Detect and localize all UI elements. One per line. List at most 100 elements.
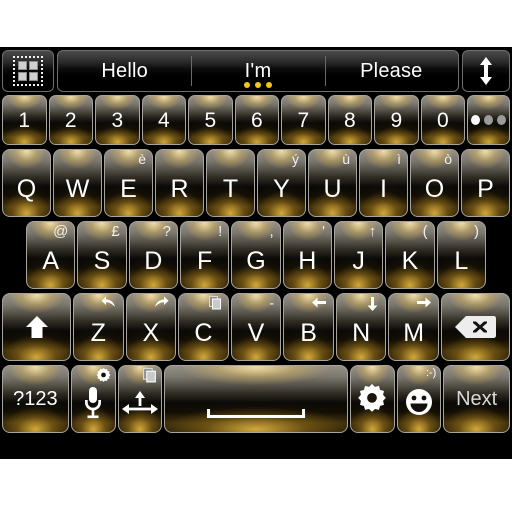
key-q[interactable]: Q bbox=[2, 149, 51, 217]
smiley-icon bbox=[404, 384, 434, 415]
key-label: H bbox=[298, 246, 317, 275]
key-label: J bbox=[352, 246, 365, 275]
key-o[interactable]: ò O bbox=[410, 149, 459, 217]
key-k[interactable]: ( K bbox=[385, 221, 435, 289]
key-i[interactable]: ì I bbox=[359, 149, 408, 217]
suggestion-item[interactable]: Please bbox=[324, 51, 458, 91]
key-label: P bbox=[477, 174, 494, 203]
key-label: 0 bbox=[437, 108, 449, 132]
key-a[interactable]: @ A bbox=[26, 221, 76, 289]
key-c[interactable]: C bbox=[178, 293, 229, 361]
key-j[interactable]: ↑ J bbox=[333, 221, 384, 289]
key-b[interactable]: B bbox=[283, 293, 334, 361]
key-label: O bbox=[424, 174, 445, 203]
key-6[interactable]: 6 bbox=[234, 95, 280, 145]
key-w[interactable]: W bbox=[53, 149, 102, 217]
keyboard-menu-button[interactable] bbox=[2, 50, 54, 92]
key-8[interactable]: 8 bbox=[327, 95, 373, 145]
key-label: 9 bbox=[390, 108, 403, 132]
suggestion-item[interactable]: Hello bbox=[58, 51, 191, 91]
key-emoji[interactable]: :-) bbox=[396, 365, 442, 433]
keyboard-resize-button[interactable] bbox=[462, 50, 510, 92]
key-navigation[interactable] bbox=[117, 365, 163, 433]
key-alt-label: ? bbox=[162, 223, 171, 240]
key-label: 7 bbox=[297, 108, 310, 132]
key-m[interactable]: M bbox=[388, 293, 439, 361]
key-alt-label: ↑ bbox=[368, 223, 377, 240]
key-9[interactable]: 9 bbox=[374, 95, 419, 145]
key-label: N bbox=[352, 318, 371, 347]
key-alt-label: ' bbox=[322, 223, 325, 240]
key-h[interactable]: ' H bbox=[282, 221, 332, 289]
key-d[interactable]: ? D bbox=[128, 221, 178, 289]
key-x[interactable]: X bbox=[125, 293, 177, 361]
key-alt-label: è bbox=[138, 151, 146, 167]
key-0[interactable]: 0 bbox=[420, 95, 466, 145]
key-2[interactable]: 2 bbox=[48, 95, 94, 145]
suggestion-dots-indicator bbox=[243, 82, 272, 88]
key-alt-label: ù bbox=[342, 151, 350, 167]
key-label: B bbox=[300, 318, 317, 347]
microphone-icon bbox=[81, 382, 105, 419]
home-row: @ A £ S ? D ! F , G ' H ↑ J (K) L bbox=[0, 221, 512, 289]
suggestion-label: I'm bbox=[244, 59, 272, 82]
key-enter-next[interactable]: Next bbox=[443, 365, 510, 433]
key-label: D bbox=[144, 246, 163, 275]
key-label: F bbox=[197, 246, 213, 275]
screen: Hello I'm Please 1 2 3 4 5 6 7 8 9 0 Q W… bbox=[0, 0, 512, 512]
key-p[interactable]: P bbox=[461, 149, 510, 217]
key-voice-input[interactable] bbox=[70, 365, 116, 433]
key-alt-label: ) bbox=[473, 223, 479, 240]
key-f[interactable]: ! F bbox=[179, 221, 230, 289]
arrow-right-icon bbox=[416, 296, 432, 309]
key-settings[interactable] bbox=[349, 365, 395, 433]
key-z[interactable]: Z bbox=[73, 293, 124, 361]
key-label: X bbox=[142, 318, 160, 347]
qwerty-row: Q W è E R T ý Y ù U ì I ò O P bbox=[0, 149, 512, 217]
key-g[interactable]: , G bbox=[231, 221, 281, 289]
backspace-icon bbox=[454, 314, 497, 340]
key-s[interactable]: £ S bbox=[77, 221, 127, 289]
key-1[interactable]: 1 bbox=[2, 95, 47, 145]
key-7[interactable]: 7 bbox=[281, 95, 326, 145]
bottom-letter-row: Z X C - V B N M bbox=[0, 293, 512, 361]
undo-arrow-icon bbox=[101, 296, 117, 309]
key-symbols[interactable]: ?123 bbox=[2, 365, 69, 433]
key-backspace[interactable] bbox=[440, 293, 510, 361]
key-y[interactable]: ý Y bbox=[257, 149, 306, 217]
key-5[interactable]: 5 bbox=[188, 95, 233, 145]
key-label: L bbox=[454, 246, 469, 275]
shift-arrow-icon bbox=[23, 313, 51, 341]
suggestion-bar: Hello I'm Please bbox=[0, 47, 512, 93]
key-label: M bbox=[403, 318, 425, 347]
arrow-down-icon bbox=[366, 296, 379, 312]
key-alt-label: ò bbox=[444, 151, 452, 167]
key-more-symbols[interactable] bbox=[467, 95, 510, 145]
three-dots-icon bbox=[471, 115, 507, 125]
key-e[interactable]: è E bbox=[104, 149, 153, 217]
key-v[interactable]: - V bbox=[230, 293, 282, 361]
key-t[interactable]: T bbox=[206, 149, 255, 217]
key-4[interactable]: 4 bbox=[141, 95, 187, 145]
key-u[interactable]: ù U bbox=[308, 149, 357, 217]
key-label: 5 bbox=[204, 108, 217, 132]
key-shift[interactable] bbox=[2, 293, 72, 361]
key-r[interactable]: R bbox=[155, 149, 204, 217]
redo-arrow-icon bbox=[153, 296, 169, 309]
key-3[interactable]: 3 bbox=[95, 95, 140, 145]
key-l[interactable]: ) L bbox=[436, 221, 486, 289]
key-label: I bbox=[380, 174, 387, 203]
key-label: W bbox=[65, 174, 90, 203]
key-label: 8 bbox=[344, 108, 356, 132]
spacebar-icon bbox=[207, 409, 305, 418]
suggestion-item[interactable]: I'm bbox=[191, 51, 324, 91]
key-label: C bbox=[194, 318, 213, 347]
key-label: R bbox=[170, 174, 189, 203]
key-space[interactable] bbox=[164, 365, 348, 433]
gear-icon bbox=[357, 384, 387, 414]
key-label: 4 bbox=[157, 108, 170, 132]
key-alt-label: ì bbox=[397, 151, 401, 167]
key-n[interactable]: N bbox=[335, 293, 387, 361]
key-alt-label: ( bbox=[422, 223, 428, 240]
key-label: 2 bbox=[64, 108, 77, 132]
